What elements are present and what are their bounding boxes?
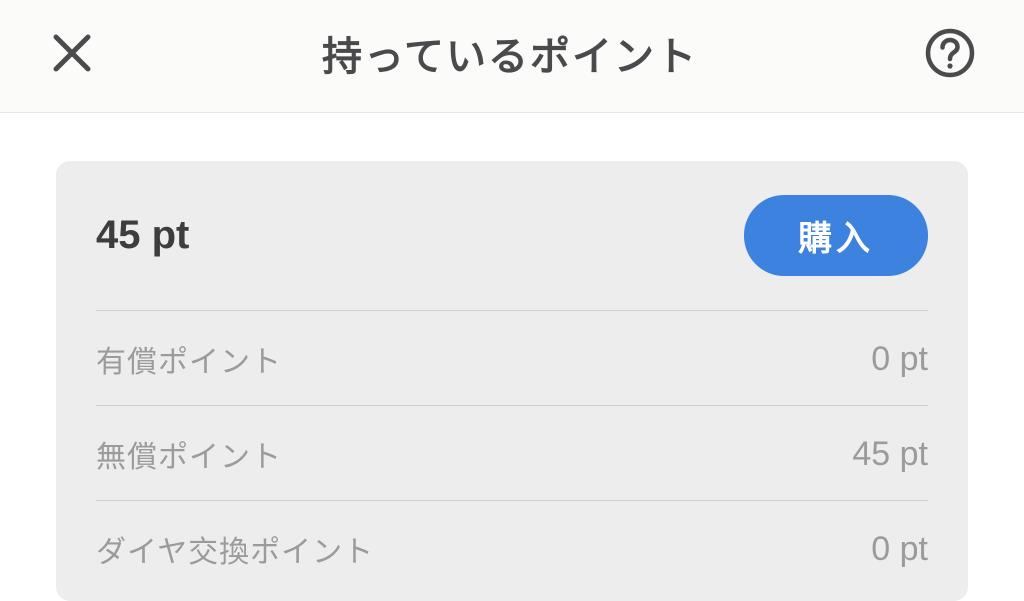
- detail-value: 0 pt: [871, 530, 928, 569]
- detail-label: 無償ポイント: [96, 432, 282, 476]
- detail-value: 0 pt: [871, 340, 928, 379]
- points-card: 45 pt 購入 有償ポイント 0 pt 無償ポイント 45 pt ダイヤ交換ポ…: [56, 161, 968, 601]
- detail-row-diamond: ダイヤ交換ポイント 0 pt: [96, 501, 928, 595]
- total-points-value: 45 pt: [96, 213, 189, 258]
- detail-row-paid: 有償ポイント 0 pt: [96, 311, 928, 406]
- content-area: 45 pt 購入 有償ポイント 0 pt 無償ポイント 45 pt ダイヤ交換ポ…: [0, 113, 1024, 601]
- detail-label: ダイヤ交換ポイント: [96, 527, 374, 571]
- help-icon: [924, 27, 976, 79]
- buy-button[interactable]: 購入: [744, 195, 928, 276]
- total-points-row: 45 pt 購入: [96, 195, 928, 311]
- header: 持っているポイント: [0, 0, 1024, 113]
- help-button[interactable]: [924, 27, 976, 79]
- detail-value: 45 pt: [852, 435, 928, 474]
- close-button[interactable]: [48, 29, 96, 77]
- close-icon: [50, 31, 94, 75]
- page-title: 持っているポイント: [322, 24, 698, 82]
- detail-row-free: 無償ポイント 45 pt: [96, 406, 928, 501]
- detail-label: 有償ポイント: [96, 337, 282, 381]
